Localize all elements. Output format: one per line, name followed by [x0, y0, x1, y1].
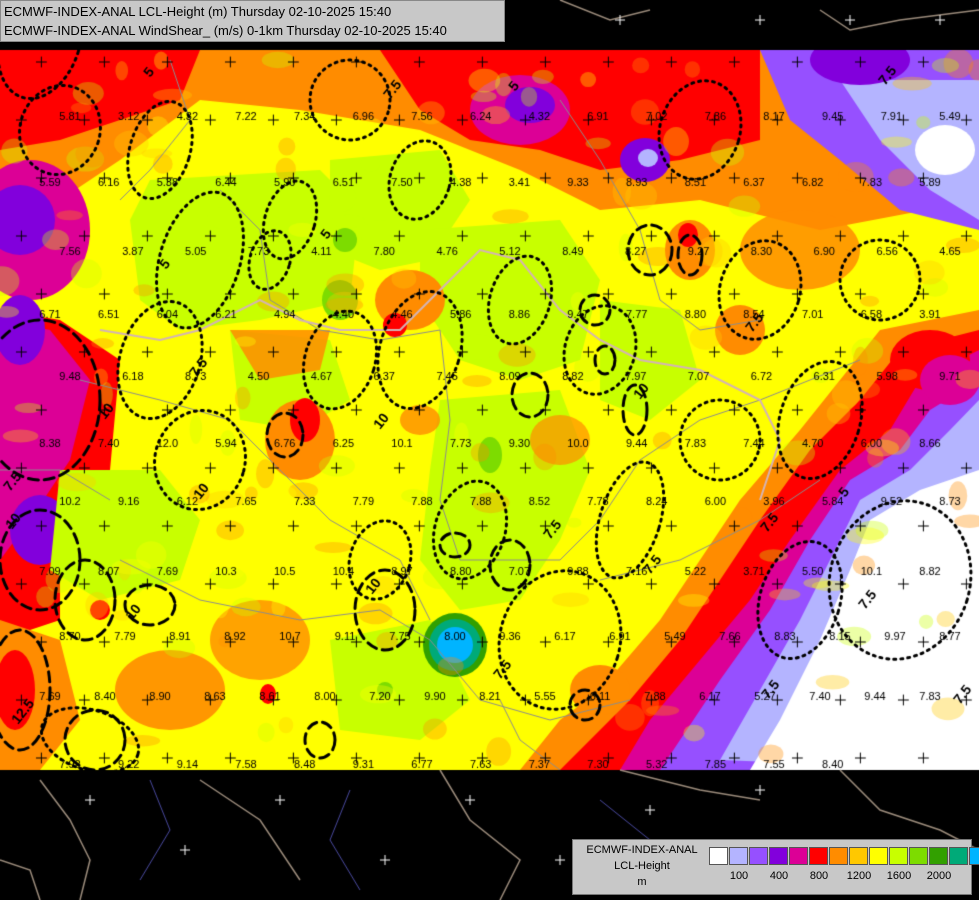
legend-swatch: [869, 847, 888, 865]
legend-variable: LCL-Height: [614, 860, 670, 872]
legend-swatch: [909, 847, 928, 865]
legend-tick-label: 2000: [926, 870, 952, 882]
legend-swatch: [769, 847, 788, 865]
legend-swatch: [829, 847, 848, 865]
legend-swatch: [789, 847, 808, 865]
legend-swatch: [969, 847, 979, 865]
legend-swatch: [929, 847, 948, 865]
legend-tick-label: 400: [769, 870, 789, 882]
legend-tick-label: 800: [809, 870, 829, 882]
map-title-lcl: ECMWF-INDEX-ANAL LCL-Height (m) Thursday…: [4, 4, 392, 19]
legend-tick-label: 1600: [886, 870, 912, 882]
legend-tick-label: 1200: [846, 870, 872, 882]
legend-unit: m: [637, 876, 647, 888]
lcl-height-map: [0, 0, 979, 900]
legend-swatch: [889, 847, 908, 865]
legend-swatch: [749, 847, 768, 865]
color-legend: ECMWF-INDEX-ANAL LCL-Height m 100 400 800 1…: [572, 839, 979, 895]
legend-swatch: [809, 847, 828, 865]
legend-swatch: [729, 847, 748, 865]
legend-swatch: [709, 847, 728, 865]
legend-swatch: [949, 847, 968, 865]
legend-swatch: [849, 847, 868, 865]
legend-title: ECMWF-INDEX-ANAL: [586, 844, 698, 856]
map-title-box: ECMWF-INDEX-ANAL LCL-Height (m) Thursday…: [0, 0, 505, 42]
map-title-windshear: ECMWF-INDEX-ANAL WindShear_ (m/s) 0-1km …: [4, 23, 447, 38]
legend-tick-label: 100: [729, 870, 749, 882]
